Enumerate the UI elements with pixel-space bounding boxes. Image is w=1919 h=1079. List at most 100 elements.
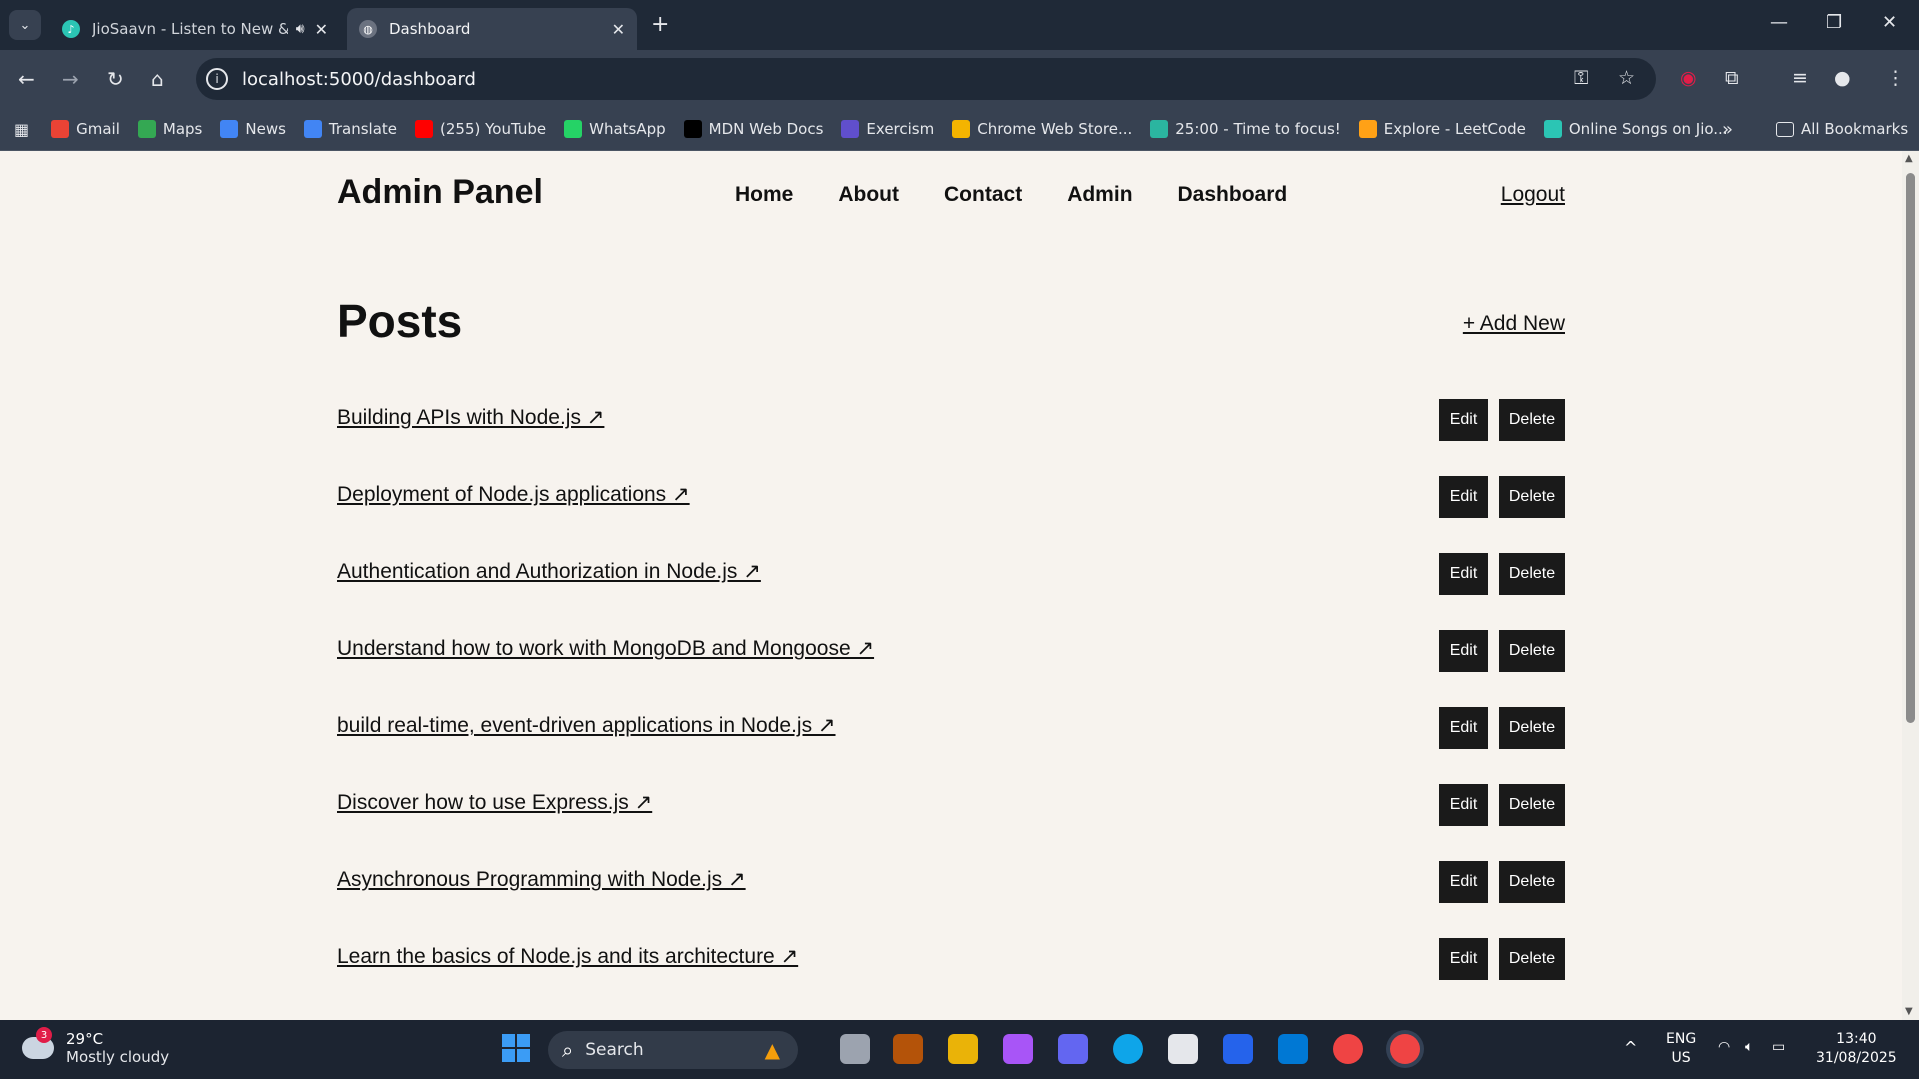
vscode-icon[interactable] bbox=[1278, 1034, 1308, 1064]
restore-icon[interactable]: ❐ bbox=[1826, 12, 1842, 33]
tab-search-button[interactable]: ⌄ bbox=[9, 10, 41, 40]
extensions-puzzle-icon[interactable]: ⧉ bbox=[1725, 67, 1739, 89]
edit-button[interactable]: Edit bbox=[1439, 553, 1488, 595]
media-controls-icon[interactable]: ≡ bbox=[1792, 67, 1808, 89]
task-view-icon[interactable] bbox=[840, 1034, 870, 1064]
post-actions: Edit Delete bbox=[1439, 861, 1565, 903]
bookmark-item[interactable]: Explore - LeetCode bbox=[1358, 120, 1526, 138]
apps-grid-icon[interactable]: ▦ bbox=[14, 120, 29, 139]
post-title-link[interactable]: Building APIs with Node.js ↗ bbox=[337, 405, 604, 430]
edit-button[interactable]: Edit bbox=[1439, 861, 1488, 903]
scrollbar-thumb[interactable] bbox=[1906, 173, 1915, 723]
edit-button[interactable]: Edit bbox=[1439, 938, 1488, 980]
extension-record-icon[interactable]: ◉ bbox=[1680, 67, 1697, 89]
file-explorer-icon[interactable] bbox=[948, 1034, 978, 1064]
bookmarks-bar: ▦ Gmail Maps News Translate (255) YouTube Wha… bbox=[0, 108, 1919, 151]
scroll-up-icon[interactable]: ▲ bbox=[1905, 153, 1913, 164]
address-bar[interactable]: i localhost:5000/dashboard bbox=[196, 58, 1656, 100]
taskbar-search[interactable]: ⌕ Search ▲ bbox=[548, 1031, 798, 1069]
bookmark-item[interactable]: Online Songs on Jio... bbox=[1543, 120, 1728, 138]
delete-button[interactable]: Delete bbox=[1499, 553, 1565, 595]
bookmark-item[interactable]: WhatsApp bbox=[564, 120, 666, 138]
edit-button[interactable]: Edit bbox=[1439, 707, 1488, 749]
profile-avatar-icon[interactable]: ● bbox=[1834, 67, 1851, 89]
winrar-icon[interactable] bbox=[893, 1034, 923, 1064]
post-title-link[interactable]: Authentication and Authorization in Node… bbox=[337, 559, 761, 584]
folder-icon bbox=[1776, 121, 1794, 137]
bookmark-item[interactable]: (255) YouTube bbox=[415, 120, 546, 138]
bookmark-star-icon[interactable]: ☆ bbox=[1618, 67, 1635, 89]
back-icon[interactable]: ← bbox=[18, 67, 35, 91]
delete-button[interactable]: Delete bbox=[1499, 784, 1565, 826]
scroll-down-icon[interactable]: ▼ bbox=[1905, 1006, 1913, 1017]
logout-link[interactable]: Logout bbox=[1501, 183, 1565, 207]
edit-button[interactable]: Edit bbox=[1439, 784, 1488, 826]
delete-button[interactable]: Delete bbox=[1499, 476, 1565, 518]
reload-icon[interactable]: ↻ bbox=[107, 67, 124, 91]
more-bookmarks-icon[interactable]: » bbox=[1722, 119, 1733, 140]
speaker-icon[interactable]: 🔊︎ bbox=[296, 21, 305, 37]
all-bookmarks-button[interactable]: All Bookmarks bbox=[1776, 120, 1908, 138]
windows-start-icon[interactable] bbox=[502, 1034, 532, 1064]
battery-icon[interactable]: ▭ bbox=[1772, 1038, 1785, 1057]
bookmark-item[interactable]: MDN Web Docs bbox=[683, 120, 823, 138]
bookmark-item[interactable]: News bbox=[220, 120, 286, 138]
home-icon[interactable]: ⌂ bbox=[151, 67, 164, 91]
delete-button[interactable]: Delete bbox=[1499, 938, 1565, 980]
post-title-link[interactable]: build real-time, event-driven applicatio… bbox=[337, 713, 836, 738]
post-title-link[interactable]: Discover how to use Express.js ↗ bbox=[337, 790, 652, 815]
new-tab-icon[interactable]: + bbox=[651, 12, 669, 37]
delete-button[interactable]: Delete bbox=[1499, 399, 1565, 441]
site-info-icon[interactable]: i bbox=[206, 68, 228, 90]
bookmark-item[interactable]: Chrome Web Store... bbox=[952, 120, 1132, 138]
post-title-link[interactable]: Learn the basics of Node.js and its arch… bbox=[337, 944, 798, 969]
post-title-link[interactable]: Deployment of Node.js applications ↗ bbox=[337, 482, 690, 507]
close-tab-icon[interactable]: ✕ bbox=[612, 20, 625, 39]
bookmark-item[interactable]: 25:00 - Time to focus! bbox=[1150, 120, 1341, 138]
close-window-icon[interactable]: ✕ bbox=[1882, 12, 1897, 33]
tab-jiosaavn[interactable]: ♪ JioSaavn - Listen to New & 🔊︎ ✕ bbox=[50, 8, 340, 50]
language-indicator[interactable]: ENG US bbox=[1666, 1030, 1696, 1068]
edit-button[interactable]: Edit bbox=[1439, 630, 1488, 672]
nav-dashboard[interactable]: Dashboard bbox=[1178, 183, 1288, 207]
nav-contact[interactable]: Contact bbox=[944, 183, 1022, 207]
page-scrollbar[interactable]: ▲ ▼ bbox=[1902, 151, 1919, 1020]
weather-widget[interactable]: 3 29°C Mostly cloudy bbox=[22, 1027, 169, 1066]
add-new-post-link[interactable]: + Add New bbox=[1463, 312, 1565, 336]
edit-button[interactable]: Edit bbox=[1439, 399, 1488, 441]
menu-kebab-icon[interactable]: ⋮ bbox=[1886, 67, 1905, 89]
store-icon[interactable] bbox=[1168, 1034, 1198, 1064]
chrome-active-icon[interactable] bbox=[1390, 1034, 1420, 1064]
copilot-icon[interactable] bbox=[1003, 1034, 1033, 1064]
bookmark-item[interactable]: Exercism bbox=[841, 120, 934, 138]
tab-dashboard[interactable]: ◍ Dashboard ✕ bbox=[347, 8, 637, 50]
password-key-icon[interactable]: ⚿ bbox=[1574, 67, 1588, 89]
bookmark-label: Maps bbox=[162, 120, 203, 138]
bookmark-item[interactable]: Translate bbox=[303, 120, 397, 138]
show-hidden-icons-icon[interactable]: ^ bbox=[1624, 1038, 1637, 1057]
bookmark-item[interactable]: Maps bbox=[137, 120, 203, 138]
wifi-icon[interactable]: ◠ bbox=[1718, 1038, 1730, 1057]
site-logo[interactable]: Admin Panel bbox=[337, 173, 543, 212]
bookmark-item[interactable]: Gmail bbox=[51, 120, 120, 138]
close-tab-icon[interactable]: ✕ bbox=[315, 20, 328, 39]
chrome-icon[interactable] bbox=[1333, 1034, 1363, 1064]
delete-button[interactable]: Delete bbox=[1499, 630, 1565, 672]
delete-button[interactable]: Delete bbox=[1499, 861, 1565, 903]
url-text[interactable]: localhost:5000/dashboard bbox=[242, 69, 476, 90]
delete-button[interactable]: Delete bbox=[1499, 707, 1565, 749]
edge-icon[interactable] bbox=[1113, 1034, 1143, 1064]
edit-button[interactable]: Edit bbox=[1439, 476, 1488, 518]
jiosaavn-icon: ♪ bbox=[62, 20, 80, 38]
photos-icon[interactable] bbox=[1223, 1034, 1253, 1064]
nav-admin[interactable]: Admin bbox=[1067, 183, 1132, 207]
volume-icon[interactable]: 🔈︎ bbox=[1745, 1038, 1753, 1057]
forward-icon[interactable]: → bbox=[62, 67, 79, 91]
nav-about[interactable]: About bbox=[838, 183, 899, 207]
minimize-icon[interactable]: — bbox=[1770, 12, 1788, 33]
post-title-link[interactable]: Asynchronous Programming with Node.js ↗ bbox=[337, 867, 746, 892]
clock[interactable]: 13:40 31/08/2025 bbox=[1816, 1030, 1897, 1068]
post-title-link[interactable]: Understand how to work with MongoDB and … bbox=[337, 636, 874, 661]
nav-home[interactable]: Home bbox=[735, 183, 793, 207]
teams-icon[interactable] bbox=[1058, 1034, 1088, 1064]
